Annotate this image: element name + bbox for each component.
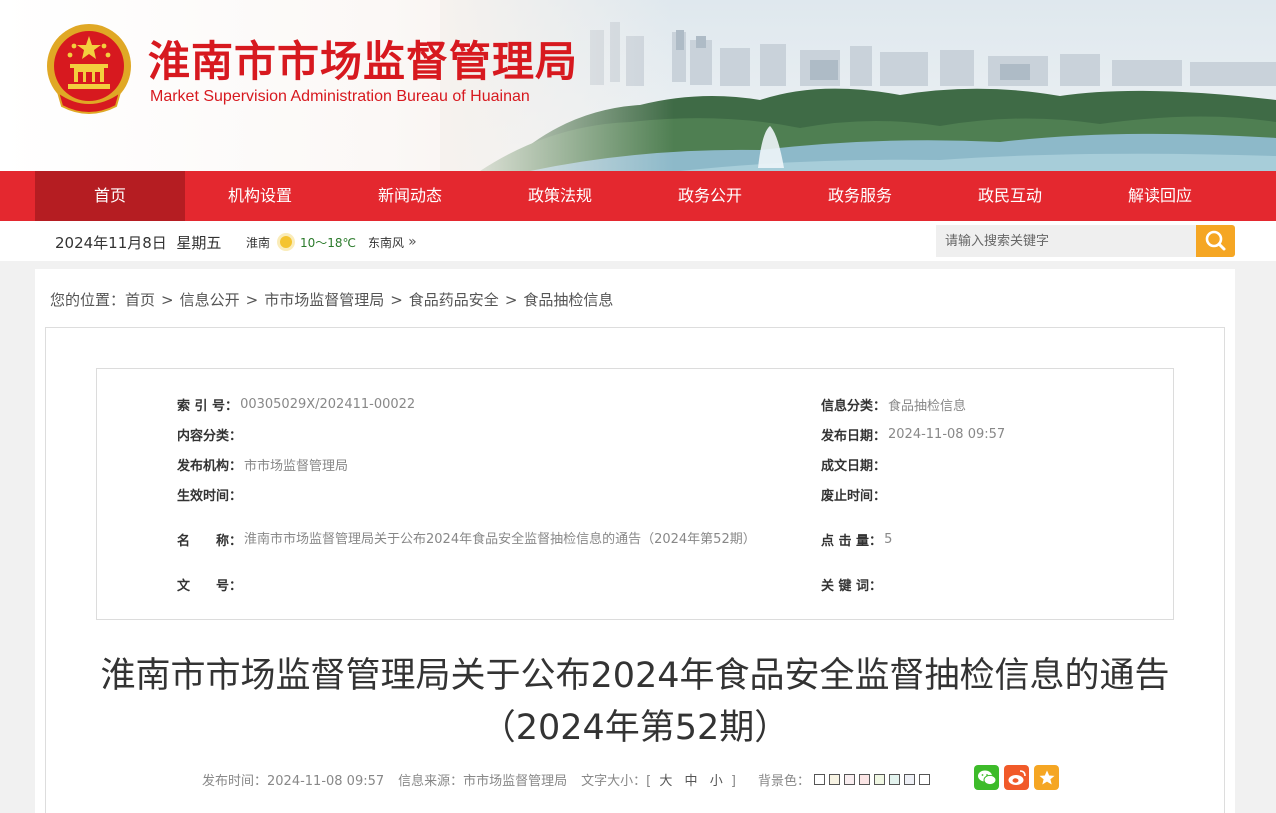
meta-label: 生效时间： [177,488,243,504]
breadcrumb-item-food-inspection[interactable]: 食品抽检信息 [523,291,613,309]
nav-item-interaction[interactable]: 政民互动 [935,171,1085,221]
sunny-icon [277,233,296,251]
site-subtitle: Market Supervision Administration Bureau… [150,88,530,105]
main-content: 您的位置：首页 > 信息公开 > 市市场监督管理局 > 食品药品安全 > 食品抽检信息 索 引 … [35,269,1235,813]
meta-label: 名 称： [177,533,243,549]
nav-item-news[interactable]: 新闻动态 [335,171,485,221]
meta-row-effective: 生效时间： [177,479,244,509]
nav-item-policies[interactable]: 政策法规 [485,171,635,221]
breadcrumb-item-home[interactable]: 首页 [125,291,155,309]
meta-value: 00305029X/202411-00022 [240,396,416,412]
breadcrumb-item-bureau[interactable]: 市市场监督管理局 [264,291,384,309]
main-nav: 首页 机构设置 新闻动态 政策法规 政务公开 政务服务 政民互动 解读回应 [0,171,1276,221]
star-icon [1039,770,1054,784]
meta-value: 2024-11-08 09:57 [888,426,1006,442]
meta-row-document-date: 成文日期： [821,449,888,479]
meta-row-expiry: 废止时间： [821,479,888,509]
meta-value: 食品抽检信息 [888,398,967,414]
meta-label: 发布机构： [177,458,243,474]
meta-label: 关 键 词： [821,578,883,594]
search-box [936,225,1236,257]
bg-color-swatch[interactable] [828,774,840,785]
site-header: 淮南市市场监督管理局 Market Supervision Administra… [0,0,1276,171]
nav-item-interpretation[interactable]: 解读回应 [1085,171,1235,221]
wechat-icon [977,770,996,785]
weibo-icon [1008,769,1026,785]
bg-color-swatch[interactable] [918,774,930,785]
search-button[interactable] [1196,225,1235,257]
breadcrumb-separator: > [245,291,259,309]
meta-label: 信息分类： [821,398,887,414]
breadcrumb: 您的位置：首页 > 信息公开 > 市市场监督管理局 > 食品药品安全 > 食品抽检信息 [50,289,613,310]
national-emblem-icon [47,24,131,114]
share-buttons [974,765,1064,790]
meta-label: 点 击 量： [821,533,883,549]
meta-label: 索 引 号： [177,398,239,414]
weather-temp: 10～18℃ [300,235,357,250]
search-input[interactable] [936,225,1198,257]
nav-item-gov-disclosure[interactable]: 政务公开 [635,171,785,221]
meta-row-keywords: 关 键 词： [821,569,884,599]
article-info-bar: 发布时间：2024-11-08 09:57 信息来源：市市场监督管理局 文字大小… [202,770,948,789]
meta-label: 内容分类： [177,428,243,444]
meta-row-index: 索 引 号： 00305029X/202411-00022 [177,389,415,419]
bg-color-swatch[interactable] [903,774,915,785]
meta-label: 发布日期： [821,428,887,444]
nav-item-gov-services[interactable]: 政务服务 [785,171,935,221]
meta-value: 淮南市市场监督管理局关于公布2024年食品安全监督抽检信息的通告（2024年第5… [244,531,756,547]
background-color-label: 背景色： [757,774,810,789]
breadcrumb-item-food-drug-safety[interactable]: 食品药品安全 [409,291,499,309]
wechat-share-button[interactable] [974,765,999,790]
article-container: 索 引 号： 00305029X/202411-00022 内容分类： 发布机构… [45,327,1225,813]
font-size-large-button[interactable]: 大 [659,774,672,789]
bg-color-swatch[interactable] [858,774,870,785]
breadcrumb-separator: > [390,291,403,309]
background-color-control: 背景色： [758,770,934,789]
metadata-table: 索 引 号： 00305029X/202411-00022 内容分类： 发布机构… [96,368,1174,620]
bg-color-swatch[interactable] [843,774,855,785]
favorite-button[interactable] [1034,765,1059,790]
current-date: 2024年11月8日 星期五 [55,234,222,252]
nav-item-organization[interactable]: 机构设置 [185,171,335,221]
weather-wind: 东南风 [368,235,405,250]
font-size-label: 文字大小：[ [581,774,652,789]
meta-row-content-category: 内容分类： [177,419,244,449]
font-size-control: 文字大小：[ 大 中 小 ] [581,770,736,789]
meta-label: 文 号： [177,578,243,594]
meta-row-info-category: 信息分类： 食品抽检信息 [821,389,966,419]
breadcrumb-separator: > [504,291,518,309]
weather-widget: 淮南 10～18℃ 东南风 » [246,231,417,253]
breadcrumb-prefix: 您的位置： [50,291,126,309]
meta-row-publish-date: 发布日期： 2024-11-08 09:57 [821,419,1005,449]
bg-color-swatch[interactable] [813,774,825,785]
bg-color-swatch[interactable] [888,774,900,785]
meta-value: 市市场监督管理局 [244,458,349,474]
info-bar: 2024年11月8日 星期五 淮南 10～18℃ 东南风 » [0,221,1276,261]
bg-color-swatch[interactable] [873,774,885,785]
article-title: 淮南市市场监督管理局关于公布2024年食品安全监督抽检信息的通告（2024年第5… [100,656,1170,748]
meta-label: 废止时间： [821,488,887,504]
meta-row-name: 名 称： 淮南市市场监督管理局关于公布2024年食品安全监督抽检信息的通告（20… [177,509,759,569]
weather-city: 淮南 [246,235,271,250]
font-size-small-button[interactable]: 小 [710,774,723,789]
weibo-share-button[interactable] [1004,765,1029,790]
publish-time: 发布时间：2024-11-08 09:57 [202,774,385,789]
font-size-bracket: ] [730,774,736,789]
meta-value: 5 [884,531,893,547]
weather-more-link[interactable]: » [408,234,417,250]
meta-label: 成文日期： [821,458,887,474]
breadcrumb-separator: > [161,291,174,309]
breadcrumb-item-info-disclosure[interactable]: 信息公开 [180,291,240,309]
info-source: 信息来源：市市场监督管理局 [398,774,568,789]
meta-row-publisher: 发布机构： 市市场监督管理局 [177,449,348,479]
search-icon [1205,230,1226,251]
meta-row-doc-number: 文 号： [177,569,244,599]
meta-row-clicks: 点 击 量： 5 [821,524,892,554]
nav-item-home[interactable]: 首页 [35,171,185,221]
site-title: 淮南市市场监督管理局 [148,37,579,86]
font-size-medium-button[interactable]: 中 [685,774,698,789]
